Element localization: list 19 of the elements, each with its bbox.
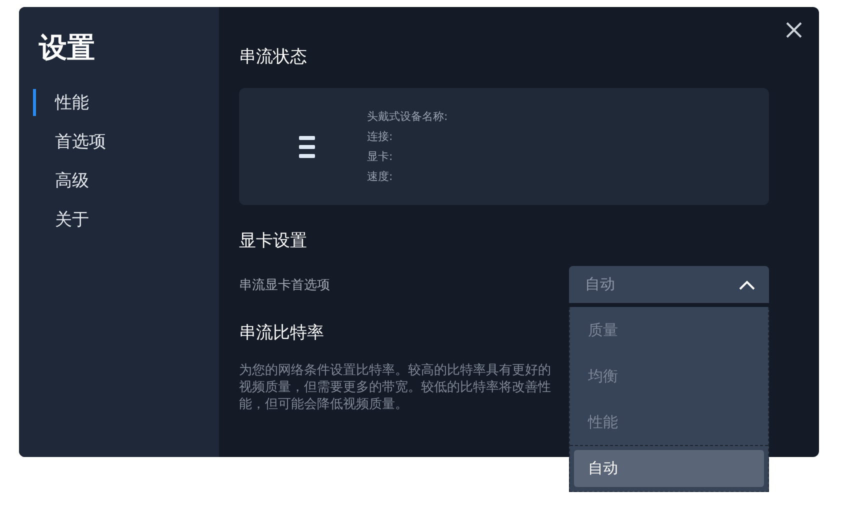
status-field-label: 头戴式设备名称: (367, 109, 448, 124)
dropdown-option[interactable]: 自动 (574, 450, 764, 487)
sidebar-item[interactable]: 性能 (33, 89, 89, 116)
status-field-label: 连接: (367, 129, 394, 144)
section-heading: 串流比特率 (239, 322, 324, 344)
sidebar-item[interactable]: 高级 (19, 167, 89, 194)
status-field-label: 显卡: (367, 149, 394, 164)
close-icon[interactable] (785, 21, 803, 39)
sidebar-item[interactable]: 关于 (19, 206, 89, 233)
status-field-label: 速度: (367, 169, 394, 184)
section-heading: 显卡设置 (239, 230, 307, 252)
setting-label: 串流显卡首选项 (239, 276, 330, 294)
stack-icon (299, 134, 315, 158)
description-text: 为您的网络条件设置比特率。较高的比特率具有更好的视频质量，但需要更多的带宽。较低的比特率将改善性能，但可能会降低视频质量。 (239, 362, 552, 413)
chevron-icon (739, 280, 755, 290)
sidebar-item[interactable]: 首选项 (19, 128, 106, 155)
section-heading: 串流状态 (239, 46, 307, 68)
gpu-dropdown[interactable]: 自动 (569, 266, 769, 303)
window-title: 设置 (39, 30, 95, 66)
